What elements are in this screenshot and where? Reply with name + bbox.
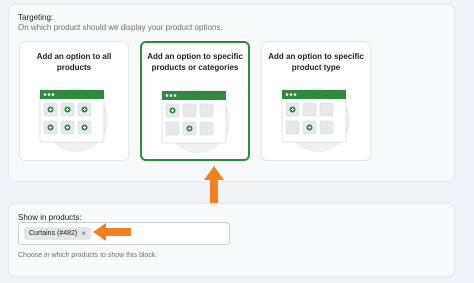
show-in-products-label: Show in products: xyxy=(18,213,82,222)
up-arrow-annotation xyxy=(204,166,224,203)
all-products-illustration xyxy=(39,88,108,152)
targeting-help-text: On which product should we display your … xyxy=(18,23,223,32)
option-card-title: Add an option to specific products or ca… xyxy=(147,52,243,72)
product-type-illustration xyxy=(281,88,350,152)
product-tag-label: Curtains (#482) xyxy=(29,230,78,237)
left-arrow-annotation xyxy=(93,223,131,241)
product-tag: Curtains (#482) × xyxy=(24,227,92,240)
show-in-products-help: Choose in which products to show this bl… xyxy=(18,252,158,259)
targeting-label: Targeting: xyxy=(18,13,54,22)
tag-remove-icon[interactable]: × xyxy=(79,229,88,238)
option-card-all-products[interactable]: Add an option to all products xyxy=(19,41,129,161)
option-card-title: Add an option to specific product type xyxy=(268,52,364,72)
targeting-panel: Targeting: On which product should we di… xyxy=(8,4,455,182)
option-card-title: Add an option to all products xyxy=(36,52,112,72)
specific-products-illustration xyxy=(161,89,230,153)
option-card-specific-products[interactable]: Add an option to specific products or ca… xyxy=(140,41,250,161)
show-in-products-panel: Show in products: Curtains (#482) × Choo… xyxy=(8,203,455,277)
option-card-product-type[interactable]: Add an option to specific product type xyxy=(261,41,371,161)
